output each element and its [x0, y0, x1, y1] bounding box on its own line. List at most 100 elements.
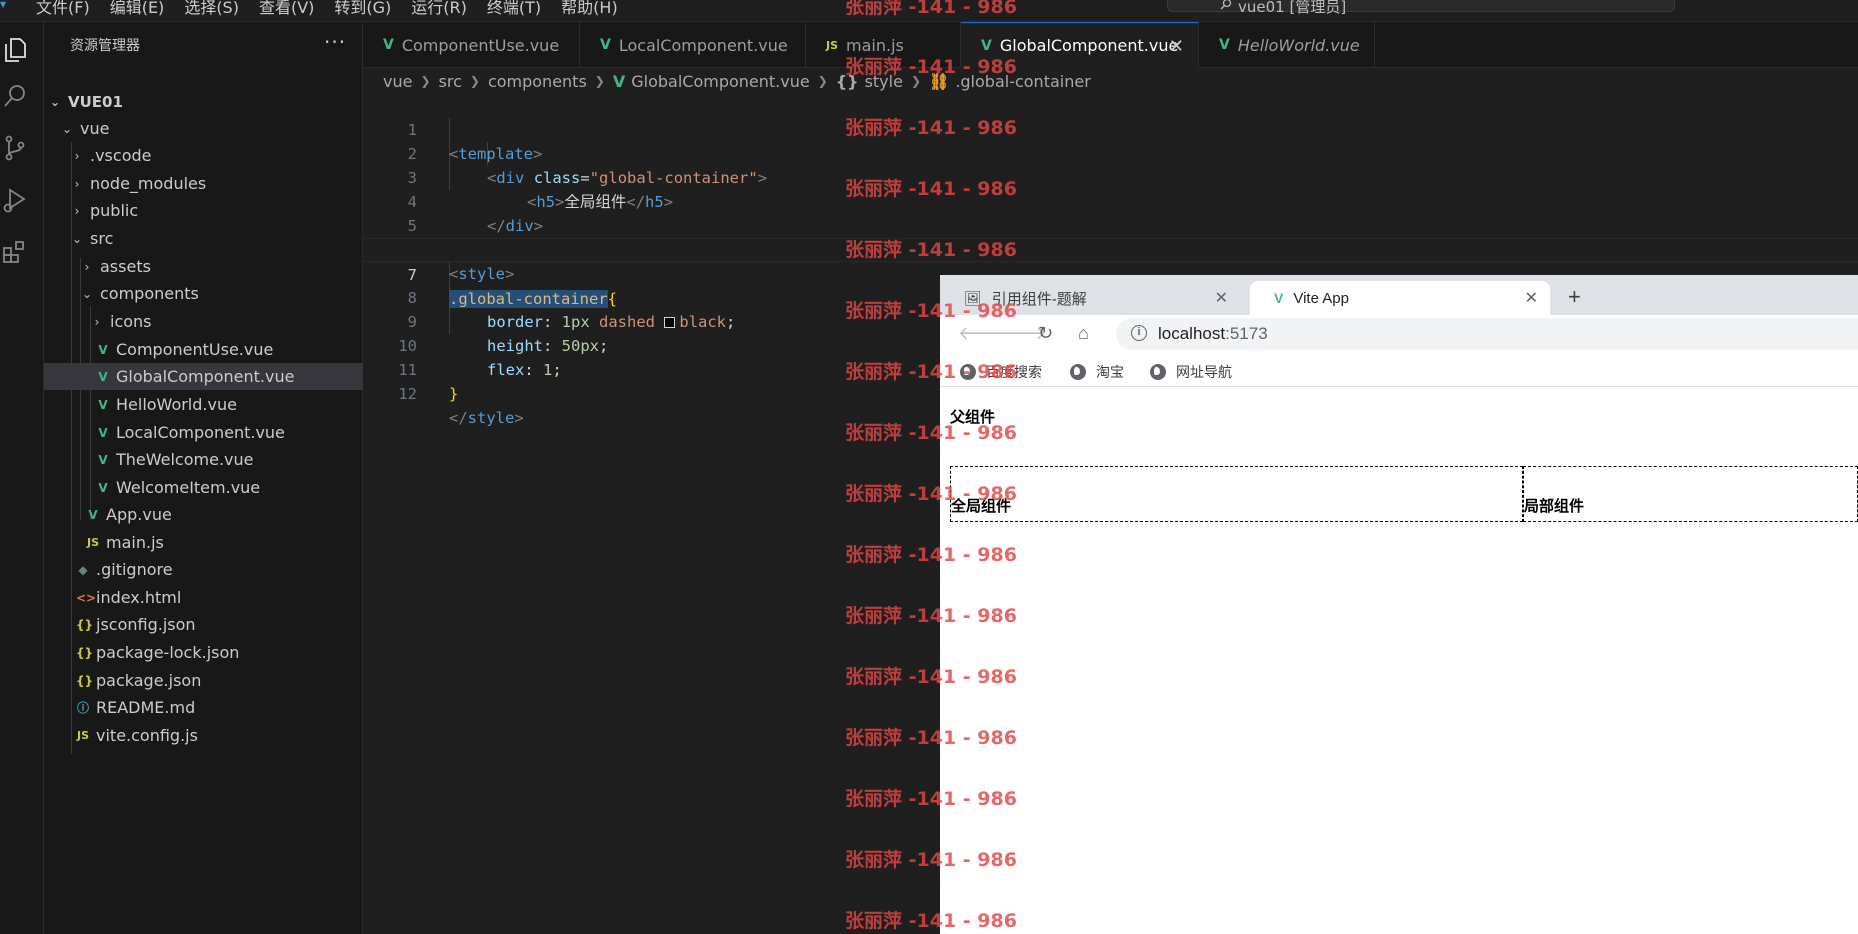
local-component-title: 局部组件 [1524, 498, 1585, 515]
close-tab-icon[interactable]: ✕ [1525, 288, 1538, 308]
tree-item-label: LocalComponent.vue [116, 423, 285, 442]
tree-item-label: assets [100, 257, 151, 276]
tree-folder-icons[interactable]: › icons [44, 308, 363, 335]
chevron-right-icon: › [94, 314, 100, 329]
vue-file-icon: V [98, 369, 108, 384]
tree-file-package-json[interactable]: {} package.json [44, 667, 363, 694]
menu-selection[interactable]: 选择(S) [184, 0, 239, 18]
vue-file-icon: V [383, 37, 394, 53]
local-component-box: 局部组件 [1523, 466, 1858, 522]
vue-file-icon: V [612, 71, 626, 91]
bookmark-nav[interactable]: 网址导航 [1150, 362, 1232, 382]
tree-item-label: vite.config.js [96, 726, 198, 745]
workspace-root-label: VUE01 [68, 92, 123, 111]
menu-view[interactable]: 查看(V) [259, 0, 314, 18]
tree-file-vite-config[interactable]: JS vite.config.js [44, 722, 363, 749]
address-bar[interactable]: i localhost:5173 [1116, 318, 1858, 350]
watermark-text: 张丽萍 -141 - 986 [845, 788, 1017, 810]
tree-folder-vscode[interactable]: › .vscode [44, 142, 363, 169]
tree-item-label: package-lock.json [96, 643, 240, 662]
json-file-icon: {} [76, 617, 94, 632]
tree-file-app[interactable]: V App.vue [44, 501, 363, 528]
reload-icon[interactable]: ↻ [1038, 323, 1053, 344]
tree-file-thewelcome[interactable]: V TheWelcome.vue [44, 446, 363, 473]
tree-file-localcomponent[interactable]: V LocalComponent.vue [44, 419, 363, 446]
menu-help[interactable]: 帮助(H) [561, 0, 618, 18]
tab-label: LocalComponent.vue [618, 35, 788, 55]
tree-folder-public[interactable]: › public [44, 197, 363, 224]
menu-edit[interactable]: 编辑(E) [110, 0, 165, 18]
tree-file-welcomeitem[interactable]: V WelcomeItem.vue [44, 474, 363, 501]
bookmark-label: 网址导航 [1176, 364, 1232, 380]
new-tab-button[interactable]: + [1568, 284, 1581, 310]
code-line: 2 <div class="global-container"> [363, 118, 1858, 187]
watermark-text: 张丽萍 -141 - 986 [845, 361, 1017, 383]
tree-file-jsconfig[interactable]: {} jsconfig.json [44, 611, 363, 638]
run-debug-icon[interactable] [0, 182, 30, 218]
tab-label: ComponentUse.vue [401, 35, 560, 55]
tree-file-helloworld[interactable]: V HelloWorld.vue [44, 391, 363, 418]
tree-item-label: ComponentUse.vue [116, 340, 274, 359]
more-actions-icon[interactable]: ··· [324, 30, 346, 54]
menu-bar: 文件(F) 编辑(E) 选择(S) 查看(V) 转到(G) 运行(R) 终端(T… [36, 0, 618, 18]
vue-file-icon: V [1219, 37, 1230, 53]
extensions-icon[interactable] [0, 234, 30, 270]
tree-file-package-lock[interactable]: {} package-lock.json [44, 639, 363, 666]
line-number: 12 [398, 385, 417, 403]
source-control-icon[interactable] [0, 130, 30, 166]
code-line: 4 </div> [363, 166, 1858, 235]
vue-logo-icon: V [1274, 290, 1284, 306]
vue-file-icon: V [98, 452, 108, 467]
breadcrumb-item[interactable]: src [439, 72, 462, 91]
site-info-icon[interactable]: i [1131, 325, 1147, 341]
watermark-text: 张丽萍 -141 - 986 [845, 910, 1017, 932]
close-tab-icon[interactable]: ✕ [1169, 36, 1184, 57]
tree-file-componentuse[interactable]: V ComponentUse.vue [44, 336, 363, 363]
close-tab-icon[interactable]: ✕ [1215, 288, 1228, 308]
tree-item-label: .vscode [90, 146, 152, 165]
home-icon[interactable]: ⌂ [1078, 323, 1089, 344]
web-page-content: 父组件 全局组件 局部组件 [940, 388, 1858, 934]
tree-file-readme[interactable]: ⓘ README.md [44, 694, 363, 721]
command-center-search[interactable]: vue01 [管理员] [1167, 0, 1675, 16]
watermark-text: 张丽萍 -141 - 986 [845, 300, 1017, 322]
json-file-icon: {} [76, 673, 94, 688]
vue-file-icon: V [600, 37, 611, 53]
tree-folder-components[interactable]: ⌄ components [44, 280, 363, 307]
workspace-root[interactable]: ⌄ VUE01 [44, 88, 363, 115]
tab-helloworld[interactable]: V HelloWorld.vue [1199, 22, 1375, 68]
browser-tab-vite-app[interactable]: V Vite App ✕ [1250, 281, 1550, 315]
menu-file[interactable]: 文件(F) [36, 0, 90, 18]
tree-file-index-html[interactable]: <> index.html [44, 584, 363, 611]
search-icon[interactable] [0, 78, 30, 114]
menu-run[interactable]: 运行(R) [411, 0, 467, 18]
code-line: 5 </template> [363, 190, 1858, 259]
breadcrumb-item[interactable]: components [488, 72, 587, 91]
breadcrumb-item[interactable]: GlobalComponent.vue [631, 72, 809, 91]
browser-toolbar: 🡐 🡒 ↻ ⌂ i localhost:5173 [940, 315, 1858, 353]
bookmark-taobao[interactable]: 淘宝 [1070, 362, 1124, 382]
tab-localcomponent[interactable]: V LocalComponent.vue [580, 22, 806, 68]
tree-folder-node-modules[interactable]: › node_modules [44, 170, 363, 197]
tree-item-label: App.vue [106, 505, 172, 524]
watermark-text: 张丽萍 -141 - 986 [845, 0, 1017, 18]
tree-item-label: main.js [106, 533, 164, 552]
chevron-right-icon: ❯ [469, 74, 480, 88]
tree-folder-assets[interactable]: › assets [44, 253, 363, 280]
tree-file-globalcomponent[interactable]: V GlobalComponent.vue [44, 363, 363, 390]
tab-label: HelloWorld.vue [1237, 35, 1360, 55]
watermark-text: 张丽萍 -141 - 986 [845, 239, 1017, 261]
tree-file-main-js[interactable]: JS main.js [44, 529, 363, 556]
breadcrumb-item[interactable]: vue [383, 72, 412, 91]
tree-folder-src[interactable]: ⌄ src [44, 225, 363, 252]
explorer-icon[interactable] [0, 32, 30, 68]
search-icon [1220, 0, 1232, 10]
menu-terminal[interactable]: 终端(T) [487, 0, 541, 18]
chevron-right-icon: ❯ [420, 74, 431, 88]
vue-file-icon: V [98, 425, 108, 440]
tab-label: GlobalComponent.vue [999, 36, 1179, 55]
tree-file-gitignore[interactable]: ◆ .gitignore [44, 556, 363, 583]
tab-componentuse[interactable]: V ComponentUse.vue [363, 22, 580, 68]
tree-folder-vue[interactable]: ⌄ vue [44, 115, 363, 142]
menu-go[interactable]: 转到(G) [334, 0, 391, 18]
